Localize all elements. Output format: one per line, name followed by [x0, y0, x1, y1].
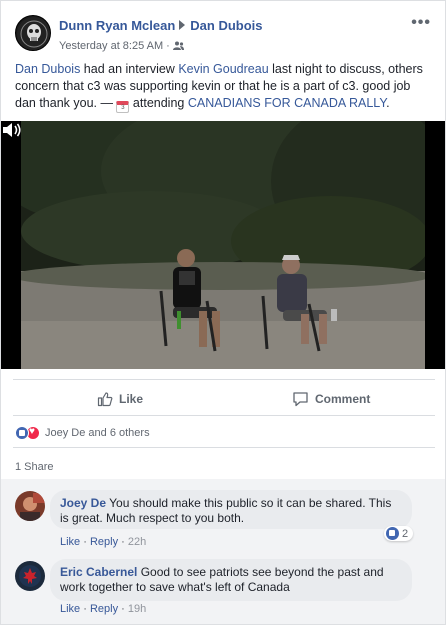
- post-text: Dan Dubois had an interview Kevin Goudre…: [15, 62, 423, 113]
- comment-button[interactable]: Comment: [292, 388, 370, 410]
- calendar-icon: 3: [116, 101, 130, 113]
- post-author-line: Dunn Ryan Mclean Dan Dubois: [59, 18, 263, 33]
- comment-time[interactable]: 19h: [128, 603, 146, 615]
- volume-icon[interactable]: [1, 121, 23, 139]
- thumbs-up-icon: [97, 392, 113, 407]
- comment-reaction-count: 2: [402, 527, 409, 540]
- comment-bubble: Joey De You should make this public so i…: [50, 490, 412, 529]
- comment-reply-link[interactable]: Reply: [90, 536, 118, 548]
- divider: [13, 379, 435, 380]
- like-reaction-icon: [386, 527, 399, 540]
- commenter-avatar[interactable]: [15, 561, 45, 591]
- comment-reply-link[interactable]: Reply: [90, 603, 118, 615]
- event-link[interactable]: CANADIANS FOR CANADA RALLY: [188, 96, 386, 110]
- comment-like-link[interactable]: Like: [60, 603, 80, 615]
- comments-section: Joey De You should make this public so i…: [1, 479, 445, 624]
- post-meta: Yesterday at 8:25 AM ·: [59, 40, 184, 52]
- commenter-avatar[interactable]: [15, 491, 45, 521]
- comment-actions: Like · Reply · 19h: [60, 603, 147, 615]
- reactions-text: Joey De and 6 others: [45, 427, 150, 439]
- comment-like-link[interactable]: Like: [60, 536, 80, 548]
- reactions-summary[interactable]: Joey De and 6 others: [15, 426, 150, 440]
- comment-time[interactable]: 22h: [128, 536, 146, 548]
- comment-author[interactable]: Joey De: [60, 496, 106, 510]
- like-label: Like: [119, 392, 144, 406]
- author-name[interactable]: Dunn Ryan Mclean: [59, 18, 175, 33]
- comment-text: You should make this public so it can be…: [60, 496, 392, 525]
- comment-reaction-badge[interactable]: 2: [384, 526, 414, 541]
- video-frame: [1, 121, 445, 369]
- target-name[interactable]: Dan Dubois: [190, 18, 262, 33]
- divider: [13, 447, 435, 448]
- video-player[interactable]: [1, 121, 445, 369]
- divider: [13, 415, 435, 416]
- post-card: Dunn Ryan Mclean Dan Dubois Yesterday at …: [0, 0, 446, 625]
- comment-icon: [293, 392, 308, 407]
- arrow-right-icon: [179, 20, 186, 30]
- post-header: Dunn Ryan Mclean Dan Dubois Yesterday at …: [1, 1, 445, 59]
- comment-label: Comment: [315, 392, 371, 406]
- post-timestamp[interactable]: Yesterday at 8:25 AM: [59, 40, 163, 52]
- friends-icon: [172, 40, 184, 52]
- mention-link[interactable]: Dan Dubois: [15, 62, 80, 76]
- comment-actions: Like · Reply · 22h: [60, 536, 147, 548]
- mention-link[interactable]: Kevin Goudreau: [178, 62, 268, 76]
- comment-author[interactable]: Eric Cabernel: [60, 565, 137, 579]
- comment-bubble: Eric Cabernel Good to see patriots see b…: [50, 559, 412, 601]
- like-reaction-icon: [15, 426, 29, 440]
- more-options-icon[interactable]: •••: [411, 14, 431, 32]
- author-avatar[interactable]: [15, 15, 51, 51]
- shares-count[interactable]: 1 Share: [15, 461, 54, 473]
- like-button[interactable]: Like: [97, 388, 143, 410]
